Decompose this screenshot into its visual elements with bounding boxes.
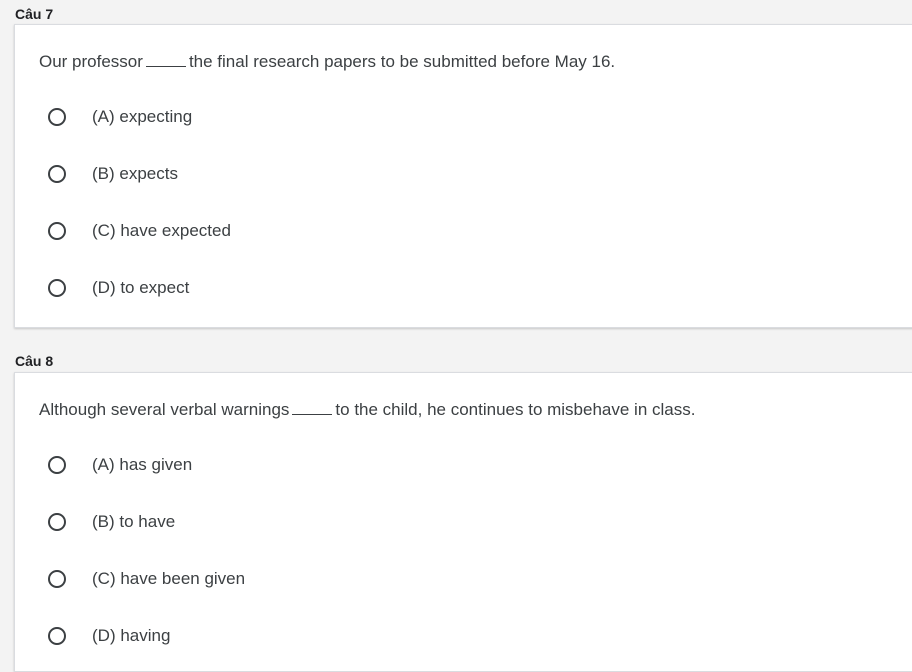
answer-blank [292, 400, 333, 415]
question-card: Although several verbal warnings to the c… [14, 372, 912, 672]
radio-button[interactable] [48, 108, 66, 126]
option-label: (C) have been given [92, 569, 246, 588]
answer-option-d[interactable]: (D) to expect [45, 276, 189, 300]
answer-option-a[interactable]: (A) expecting [45, 105, 192, 129]
option-label: (B) to have [92, 512, 176, 531]
question-text: Although several verbal warnings to the c… [39, 400, 695, 420]
answer-option-b[interactable]: (B) to have [45, 510, 175, 534]
answer-blank [145, 52, 186, 67]
answer-option-c[interactable]: (C) have expected [45, 219, 231, 243]
question-text-after: the final research papers to be submitte… [188, 52, 616, 71]
radio-button[interactable] [48, 456, 66, 474]
radio-button[interactable] [48, 570, 66, 588]
option-label: (D) to expect [92, 278, 190, 297]
option-label: (A) expecting [92, 107, 193, 126]
option-label: (D) having [92, 626, 171, 645]
question-heading: Câu 7 [15, 6, 54, 22]
radio-button[interactable] [48, 165, 66, 183]
radio-button[interactable] [48, 513, 66, 531]
question-heading: Câu 8 [15, 353, 54, 369]
answer-option-c[interactable]: (C) have been given [45, 567, 245, 591]
radio-button[interactable] [48, 627, 66, 645]
option-label: (B) expects [92, 164, 178, 183]
question-text-before: Although several verbal warnings [39, 400, 290, 419]
answer-option-a[interactable]: (A) has given [45, 453, 192, 477]
option-label: (A) has given [92, 455, 193, 474]
radio-button[interactable] [48, 279, 66, 297]
question-text-after: to the child, he continues to misbehave … [335, 400, 696, 419]
question-card: Our professor the final research papers t… [14, 24, 912, 328]
radio-button[interactable] [48, 222, 66, 240]
answer-option-b[interactable]: (B) expects [45, 162, 178, 186]
question-text: Our professor the final research papers t… [39, 52, 615, 72]
option-label: (C) have expected [92, 221, 231, 240]
question-text-before: Our professor [39, 52, 143, 71]
answer-option-d[interactable]: (D) having [45, 624, 170, 648]
